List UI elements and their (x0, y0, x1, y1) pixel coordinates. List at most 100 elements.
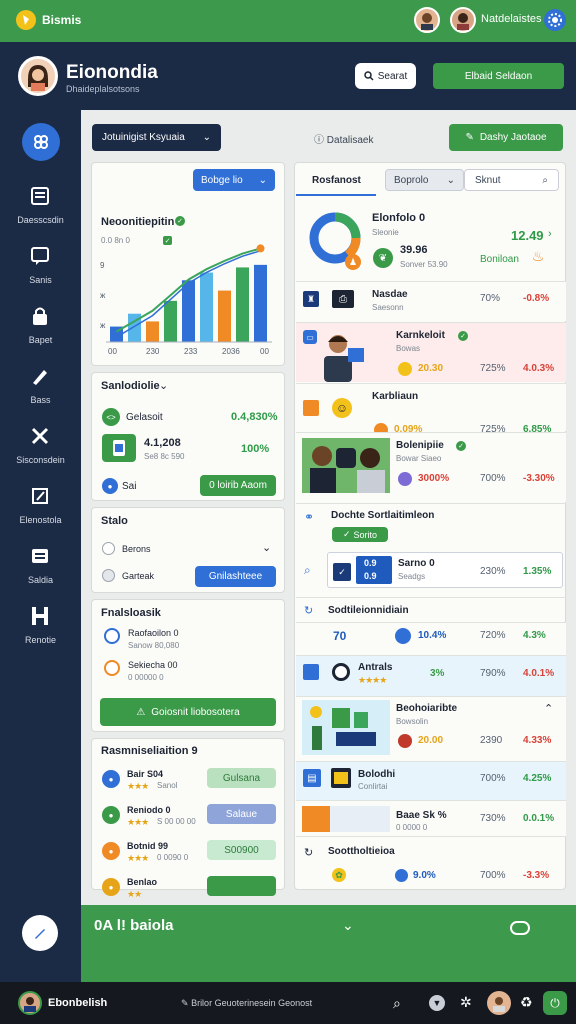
row-name: Karbliaun (372, 391, 419, 402)
tab-rosfanost[interactable]: Rosfanost (312, 175, 361, 186)
section1-chip[interactable]: ✓ Sorito (332, 527, 388, 542)
building-icon[interactable] (29, 605, 51, 627)
ranking-item-name[interactable]: Benlao (127, 877, 157, 887)
trending-item2-sub: 0 00000 0 (128, 673, 164, 682)
status-option1[interactable]: Berons (122, 544, 151, 554)
toggle-icon[interactable] (510, 921, 530, 935)
document-icon[interactable] (29, 185, 51, 207)
status-radio[interactable] (102, 542, 115, 555)
box-icon (303, 664, 319, 680)
pen-icon: ✎ (181, 998, 189, 1008)
chevron-up-icon[interactable]: ⌃ (544, 702, 553, 715)
rating-stars: ★★ (127, 889, 142, 899)
refresh-icon[interactable]: ↻ (304, 846, 313, 859)
ranking-item-name[interactable]: Bair S04 (127, 769, 163, 779)
toolbar-action-button[interactable]: ✎ Dashy Jaotaoe (449, 124, 563, 151)
workspace-dropdown[interactable]: Jotuinigist Ksyuaia ⌄ (92, 124, 221, 151)
sidebar-item-label[interactable]: Bass (0, 395, 81, 405)
trending-item1-name[interactable]: Raofaoilon 0 (128, 628, 179, 638)
edit-icon[interactable] (29, 485, 51, 507)
gear-icon[interactable]: ✲ (460, 994, 472, 1011)
taskbar-user[interactable]: Ebonbelish (48, 997, 107, 1009)
ranking-item-sub: Sanol (157, 781, 178, 790)
chevron-down-icon[interactable]: ⌄ (262, 541, 271, 554)
target-icon (332, 663, 350, 681)
section1-box-value: 0.9 (364, 571, 377, 581)
ranking-chip[interactable]: Salaue (207, 804, 276, 824)
box-icon (303, 400, 319, 416)
row-pct2: -3.30% (523, 473, 555, 484)
summary-button[interactable]: 0 loirib Aaom (200, 475, 276, 496)
shield-icon[interactable]: ▼ (429, 995, 445, 1011)
sidebar-item-label[interactable]: Saldia (0, 575, 81, 585)
app-logo-icon (16, 10, 36, 30)
trending-banner-button[interactable]: ⚠ Goiosnit liobosotera (100, 698, 276, 726)
row-name: Antrals (358, 662, 393, 673)
chart-bar (146, 321, 159, 342)
status-radio[interactable] (102, 569, 115, 582)
status-option2[interactable]: Garteak (122, 571, 154, 581)
bottom-title[interactable]: 0A l! baiola (94, 917, 173, 934)
sidebar-item-label[interactable]: Elenostola (0, 515, 81, 525)
page-subtitle: Dhaideplalsotsons (66, 84, 140, 94)
sidebar-item-label[interactable]: Sisconsdein (0, 455, 81, 465)
ranking-item-name[interactable]: Reniodo 0 (127, 805, 171, 815)
check-icon: ✓ (458, 331, 468, 341)
chevron-down-icon[interactable]: ⌄ (342, 917, 354, 934)
code-icon: <> (102, 408, 120, 426)
people-image (302, 438, 390, 493)
header-action-button[interactable]: Elbaid Seldaon (433, 63, 564, 89)
refresh-icon[interactable]: ↻ (304, 604, 313, 617)
search-icon[interactable]: ⌕ (393, 995, 401, 1012)
tools-icon[interactable] (29, 425, 51, 447)
sidebar-item-label[interactable]: Daesscsdin (0, 215, 81, 225)
chat-icon[interactable] (29, 245, 51, 267)
sidebar-item-label[interactable]: Renotie (0, 635, 81, 645)
search-icon[interactable]: ⌕ (304, 563, 311, 578)
trending-item2-name[interactable]: Sekiecha 00 (128, 660, 178, 670)
edit-fab-icon[interactable] (22, 915, 58, 951)
row-pct2: -0.8% (523, 293, 550, 304)
highlight-value: 12.49 (511, 228, 544, 243)
tab-boprolo[interactable]: Boprolo ⌄ (385, 169, 464, 191)
row-pct1: 700% (480, 473, 506, 484)
check-icon: ✓ (342, 529, 351, 539)
link-icon: ⚭ (304, 510, 315, 524)
pen-icon[interactable] (29, 365, 51, 387)
ranking-chip[interactable]: S00900 (207, 840, 276, 860)
chart-dropdown[interactable]: Bobge lio ⌄ (193, 169, 275, 191)
alert-icon: ⚠ (136, 706, 146, 718)
sidebar-home-icon[interactable] (22, 123, 60, 161)
avatar[interactable] (414, 7, 440, 33)
avatar[interactable] (18, 56, 58, 96)
chevron-down-icon: ⌄ (202, 132, 211, 143)
section-divider (296, 836, 566, 837)
settings-icon[interactable] (544, 9, 566, 31)
sidebar-item-label[interactable]: Sanis (0, 275, 81, 285)
lock-icon[interactable] (29, 305, 51, 327)
chevron-right-icon: › (548, 228, 552, 240)
row-sub: Saesonn (372, 303, 404, 312)
user-name[interactable]: Natdelaistes (481, 13, 542, 25)
chevron-down-icon[interactable]: ⌄ (159, 379, 168, 392)
toolbar-center-label[interactable]: ⓘ Datalisaek (314, 131, 373, 146)
search-button-label: Searat (377, 70, 408, 82)
list-icon[interactable] (29, 545, 51, 567)
sidebar-item-label[interactable]: Bapet (0, 335, 81, 345)
toolbar-action-label: Dashy Jaotaoe (479, 132, 547, 143)
avatar[interactable] (487, 991, 511, 1015)
ranking-item-name[interactable]: Botnid 99 (127, 841, 168, 851)
highlight-amount-sub: Sonver 53.90 (400, 260, 448, 269)
ranking-chip[interactable] (207, 876, 276, 896)
plus-icon: ✎ (465, 132, 474, 143)
avatar[interactable] (18, 991, 42, 1015)
tab-sknut[interactable]: Sknut ⌕ (464, 169, 559, 191)
status-button[interactable]: Gnilashteee (195, 566, 276, 587)
refresh-icon[interactable]: ♻ (520, 994, 533, 1011)
ranking-chip[interactable]: Gulsana (207, 768, 276, 788)
power-icon[interactable]: ⏻ (543, 991, 567, 1015)
search-button[interactable]: Searat (355, 63, 416, 89)
rating-stars: ★★★ (127, 853, 149, 863)
avatar[interactable] (450, 7, 476, 33)
highlight-amount: 39.96 (400, 244, 428, 256)
